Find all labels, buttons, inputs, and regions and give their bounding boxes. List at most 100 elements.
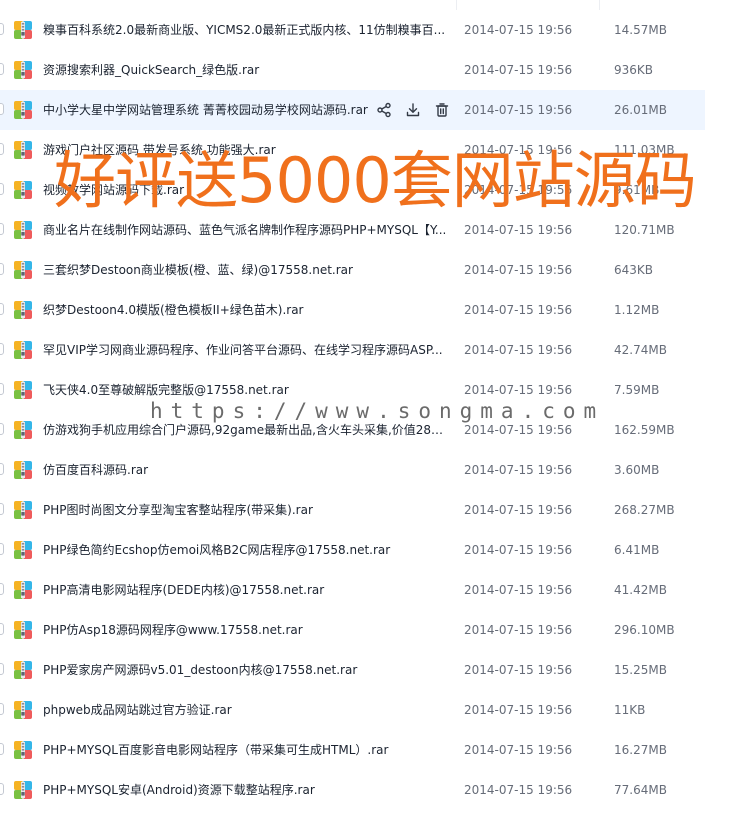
- archive-file-icon: [13, 140, 33, 160]
- file-size: 111.03MB: [614, 143, 675, 157]
- file-name[interactable]: 飞天侠4.0至尊破解版完整版@17558.net.rar: [43, 370, 448, 410]
- archive-file-icon: [13, 700, 33, 720]
- file-name[interactable]: 仿百度百科源码.rar: [43, 450, 448, 490]
- column-divider: [456, 0, 457, 10]
- file-size: 14.57MB: [614, 23, 667, 37]
- file-date: 2014-07-15 19:56: [464, 23, 573, 37]
- row-checkbox[interactable]: [0, 783, 4, 795]
- share-icon[interactable]: [374, 100, 394, 120]
- file-date: 2014-07-15 19:56: [464, 423, 573, 437]
- file-name[interactable]: 织梦Destoon4.0模版(橙色模板II+绿色苗木).rar: [43, 290, 448, 330]
- file-size: 77.64MB: [614, 783, 667, 797]
- download-icon[interactable]: [403, 100, 423, 120]
- file-date: 2014-07-15 19:56: [464, 143, 573, 157]
- file-row[interactable]: 仿百度百科源码.rar 2014-07-15 19:56 3.60MB: [0, 450, 729, 490]
- file-name[interactable]: 游戏门户社区源码 带发号系统 功能强大.rar: [43, 130, 448, 170]
- file-date: 2014-07-15 19:56: [464, 783, 573, 797]
- file-name[interactable]: phpweb成品网站跳过官方验证.rar: [43, 690, 448, 730]
- file-row[interactable]: 三套织梦Destoon商业模板(橙、蓝、绿)@17558.net.rar 2014…: [0, 250, 729, 290]
- file-size: 9.61MB: [614, 183, 660, 197]
- file-name[interactable]: PHP仿Asp18源码网程序@www.17558.net.rar: [43, 610, 448, 650]
- row-checkbox[interactable]: [0, 423, 4, 435]
- archive-file-icon: [13, 220, 33, 240]
- row-checkbox[interactable]: [0, 743, 4, 755]
- file-row[interactable]: PHP+MYSQL百度影音电影网站程序（带采集可生成HTML）.rar 2014-…: [0, 730, 729, 770]
- row-checkbox[interactable]: [0, 63, 4, 75]
- file-name[interactable]: 仿游戏狗手机应用综合门户源码,92game最新出品,含火车头采集,价值280..…: [43, 410, 448, 450]
- file-name[interactable]: 中小学大星中学网站管理系统 菁菁校园动易学校网站源码.rar: [43, 90, 368, 130]
- file-size: 42.74MB: [614, 343, 667, 357]
- row-checkbox[interactable]: [0, 703, 4, 715]
- archive-file-icon: [13, 340, 33, 360]
- file-date: 2014-07-15 19:56: [464, 543, 573, 557]
- file-date: 2014-07-15 19:56: [464, 743, 573, 757]
- file-name[interactable]: PHP+MYSQL安卓(Android)资源下载整站程序.rar: [43, 770, 448, 810]
- archive-file-icon: [13, 500, 33, 520]
- row-checkbox[interactable]: [0, 463, 4, 475]
- trash-icon[interactable]: [432, 100, 452, 120]
- row-checkbox[interactable]: [0, 383, 4, 395]
- file-date: 2014-07-15 19:56: [464, 703, 573, 717]
- archive-file-icon: [13, 380, 33, 400]
- file-row[interactable]: 仿游戏狗手机应用综合门户源码,92game最新出品,含火车头采集,价值280..…: [0, 410, 729, 450]
- file-date: 2014-07-15 19:56: [464, 103, 573, 117]
- file-size: 15.25MB: [614, 663, 667, 677]
- row-checkbox[interactable]: [0, 543, 4, 555]
- archive-file-icon: [13, 620, 33, 640]
- file-name[interactable]: 糗事百科系统2.0最新商业版、YICMS2.0最新正式版内核、11仿制糗事百..…: [43, 10, 448, 50]
- file-date: 2014-07-15 19:56: [464, 463, 573, 477]
- file-list: 糗事百科系统2.0最新商业版、YICMS2.0最新正式版内核、11仿制糗事百..…: [0, 10, 729, 810]
- row-checkbox[interactable]: [0, 503, 4, 515]
- file-size: 643KB: [614, 263, 654, 277]
- file-date: 2014-07-15 19:56: [464, 183, 573, 197]
- file-row[interactable]: PHP爱家房产网源码v5.01_destoon内核@17558.net.rar 2…: [0, 650, 729, 690]
- file-name[interactable]: PHP高清电影网站程序(DEDE内核)@17558.net.rar: [43, 570, 448, 610]
- archive-file-icon: [13, 780, 33, 800]
- file-name[interactable]: PHP爱家房产网源码v5.01_destoon内核@17558.net.rar: [43, 650, 448, 690]
- file-name[interactable]: PHP绿色简约Ecshop仿emoi风格B2C网店程序@17558.net.ra…: [43, 530, 448, 570]
- file-row[interactable]: 糗事百科系统2.0最新商业版、YICMS2.0最新正式版内核、11仿制糗事百..…: [0, 10, 729, 50]
- file-row[interactable]: 织梦Destoon4.0模版(橙色模板II+绿色苗木).rar 2014-07-1…: [0, 290, 729, 330]
- file-row[interactable]: PHP仿Asp18源码网程序@www.17558.net.rar 2014-07-…: [0, 610, 729, 650]
- row-checkbox[interactable]: [0, 263, 4, 275]
- file-row[interactable]: phpweb成品网站跳过官方验证.rar 2014-07-15 19:56 11KB: [0, 690, 729, 730]
- file-name[interactable]: 视频教学网站源码下载.rar: [43, 170, 448, 210]
- row-checkbox[interactable]: [0, 303, 4, 315]
- row-checkbox[interactable]: [0, 623, 4, 635]
- row-checkbox[interactable]: [0, 343, 4, 355]
- file-row[interactable]: 飞天侠4.0至尊破解版完整版@17558.net.rar 2014-07-15 1…: [0, 370, 729, 410]
- file-size: 162.59MB: [614, 423, 675, 437]
- row-actions: [374, 100, 452, 120]
- file-name[interactable]: 资源搜索利器_QuickSearch_绿色版.rar: [43, 50, 448, 90]
- file-row[interactable]: 游戏门户社区源码 带发号系统 功能强大.rar 2014-07-15 19:56 1…: [0, 130, 729, 170]
- file-name[interactable]: 罕见VIP学习网商业源码程序、作业问答平台源码、在线学习程序源码ASP...: [43, 330, 448, 370]
- row-checkbox[interactable]: [0, 223, 4, 235]
- row-checkbox[interactable]: [0, 23, 4, 35]
- column-divider: [599, 0, 600, 10]
- file-size: 936KB: [614, 63, 654, 77]
- file-row[interactable]: PHP图时尚图文分享型淘宝客整站程序(带采集).rar 2014-07-15 19…: [0, 490, 729, 530]
- file-row[interactable]: PHP+MYSQL安卓(Android)资源下载整站程序.rar 2014-07-…: [0, 770, 729, 810]
- row-checkbox[interactable]: [0, 663, 4, 675]
- file-name[interactable]: PHP+MYSQL百度影音电影网站程序（带采集可生成HTML）.rar: [43, 730, 448, 770]
- file-name[interactable]: 三套织梦Destoon商业模板(橙、蓝、绿)@17558.net.rar: [43, 250, 448, 290]
- file-size: 120.71MB: [614, 223, 675, 237]
- row-checkbox[interactable]: [0, 103, 4, 115]
- file-row[interactable]: 视频教学网站源码下载.rar 2014-07-15 19:56 9.61MB: [0, 170, 729, 210]
- file-row[interactable]: PHP高清电影网站程序(DEDE内核)@17558.net.rar 2014-07…: [0, 570, 729, 610]
- file-row[interactable]: 商业名片在线制作网站源码、蓝色气派名牌制作程序源码PHP+MYSQL【Y... 2…: [0, 210, 729, 250]
- file-row[interactable]: 中小学大星中学网站管理系统 菁菁校园动易学校网站源码.rar 2014-07-15…: [0, 90, 729, 130]
- file-size: 268.27MB: [614, 503, 675, 517]
- row-checkbox[interactable]: [0, 183, 4, 195]
- file-date: 2014-07-15 19:56: [464, 343, 573, 357]
- row-checkbox[interactable]: [0, 583, 4, 595]
- file-row[interactable]: 罕见VIP学习网商业源码程序、作业问答平台源码、在线学习程序源码ASP... 20…: [0, 330, 729, 370]
- file-size: 16.27MB: [614, 743, 667, 757]
- file-name[interactable]: 商业名片在线制作网站源码、蓝色气派名牌制作程序源码PHP+MYSQL【Y...: [43, 210, 448, 250]
- row-checkbox[interactable]: [0, 143, 4, 155]
- archive-file-icon: [13, 660, 33, 680]
- file-row[interactable]: PHP绿色简约Ecshop仿emoi风格B2C网店程序@17558.net.ra…: [0, 530, 729, 570]
- file-name[interactable]: PHP图时尚图文分享型淘宝客整站程序(带采集).rar: [43, 490, 448, 530]
- file-row[interactable]: 资源搜索利器_QuickSearch_绿色版.rar 2014-07-15 19:…: [0, 50, 729, 90]
- archive-file-icon: [13, 540, 33, 560]
